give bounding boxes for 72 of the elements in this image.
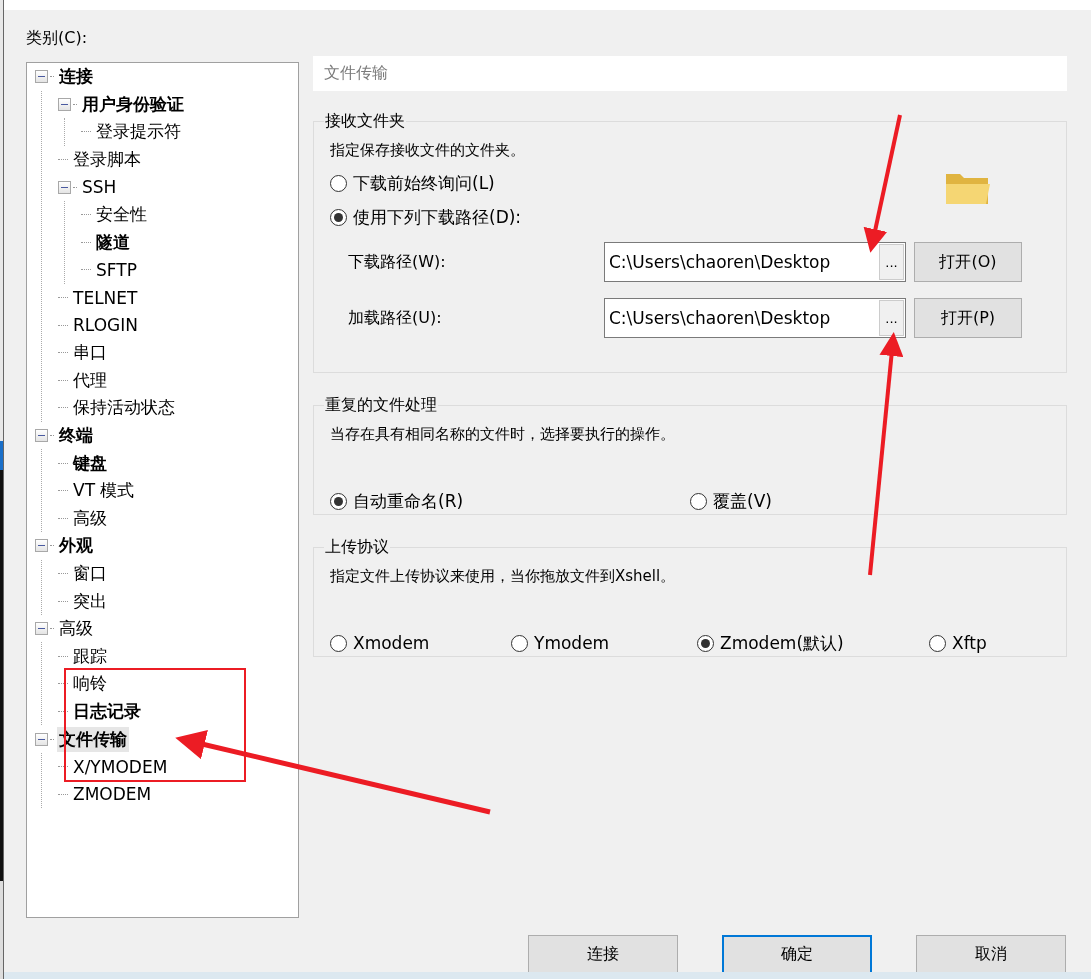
category-label: 类别(C): (26, 27, 89, 49)
browse-button[interactable]: ... (879, 244, 904, 280)
tree-item[interactable]: 代理 (71, 367, 109, 393)
tree-item[interactable]: 响铃 (71, 671, 109, 697)
browse-button[interactable]: ... (879, 300, 904, 336)
radio-label: Ymodem (534, 633, 610, 653)
tree-item[interactable]: 串口 (71, 340, 109, 366)
radio-option[interactable]: Xmodem (330, 633, 511, 653)
radio-option[interactable]: Zmodem(默认) (697, 631, 929, 655)
radio-option[interactable]: 自动重命名(R) (330, 489, 690, 513)
tree-item[interactable]: 外观 (57, 533, 95, 559)
tree-item[interactable]: 用户身份验证 (80, 91, 186, 117)
radio-label: Xmodem (353, 633, 430, 653)
tree-item[interactable]: 突出 (71, 588, 109, 614)
tree-item[interactable]: 键盘 (71, 450, 109, 476)
radio-button[interactable] (330, 634, 347, 652)
open-button[interactable]: 打开(O) (914, 242, 1022, 282)
tree-item[interactable]: 高级 (71, 505, 109, 531)
path-field[interactable]: C:\Users\chaoren\Desktop ... (604, 242, 906, 282)
group-title: 接收文件夹 (324, 111, 406, 132)
tree-item[interactable]: 登录脚本 (71, 147, 143, 173)
tree-item[interactable]: 日志记录 (71, 698, 143, 724)
group-description: 当存在具有相同名称的文件时，选择要执行的操作。 (330, 423, 676, 445)
group-title: 重复的文件处理 (324, 395, 438, 416)
dialog-button[interactable]: 连接 (528, 935, 678, 972)
open-button[interactable]: 打开(P) (914, 298, 1022, 338)
tree-item[interactable]: 安全性 (94, 202, 149, 228)
radio-button[interactable] (697, 634, 714, 652)
collapse-icon[interactable] (35, 622, 48, 636)
tree-item[interactable]: SFTP (94, 258, 139, 281)
tree-item[interactable]: VT 模式 (71, 478, 137, 504)
tree-item[interactable]: 连接 (57, 64, 95, 90)
tree-item[interactable]: RLOGIN (71, 314, 140, 337)
radio-button[interactable] (511, 634, 528, 652)
tree-item[interactable]: X/YMODEM (71, 755, 170, 778)
path-label: 下载路径(W): (348, 251, 447, 273)
tree-item[interactable]: 高级 (57, 616, 95, 642)
tree-item[interactable]: 登录提示符 (94, 119, 183, 145)
radio-label: 覆盖(V) (713, 489, 772, 513)
radio-label: 自动重命名(R) (353, 489, 464, 513)
tree-item[interactable]: 保持活动状态 (71, 395, 177, 421)
radio-label: Zmodem(默认) (720, 631, 844, 655)
radio-button[interactable] (929, 634, 946, 652)
group-description: 指定保存接收文件的文件夹。 (330, 139, 525, 161)
collapse-icon[interactable] (35, 70, 48, 84)
radio-option[interactable]: 覆盖(V) (690, 489, 1050, 513)
tree-item[interactable]: 跟踪 (71, 643, 109, 669)
radio-button[interactable] (330, 208, 347, 226)
collapse-icon[interactable] (58, 97, 71, 111)
collapse-icon[interactable] (35, 429, 48, 442)
radio-option[interactable]: Xftp (929, 633, 1029, 653)
collapse-icon[interactable] (35, 539, 48, 553)
radio-button[interactable] (330, 174, 347, 192)
group-title: 上传协议 (324, 537, 390, 558)
tree-item[interactable]: SSH (80, 176, 119, 199)
radio-label: Xftp (952, 633, 987, 653)
tree-item[interactable]: 隧道 (94, 229, 132, 255)
page-title: 文件传输 (313, 56, 1067, 91)
collapse-icon[interactable] (35, 732, 48, 746)
dialog-button[interactable]: 确定 (722, 935, 872, 972)
dialog-button[interactable]: 取消 (916, 935, 1066, 972)
radio-button[interactable] (330, 492, 347, 510)
path-field[interactable]: C:\Users\chaoren\Desktop ... (604, 298, 906, 338)
group-description: 指定文件上传协议来使用，当你拖放文件到Xshell。 (330, 565, 677, 587)
tree-item[interactable]: TELNET (71, 286, 140, 309)
tree-item[interactable]: 终端 (57, 423, 95, 448)
radio-option[interactable]: Ymodem (511, 633, 697, 653)
radio-button[interactable] (690, 492, 707, 510)
path-label: 加载路径(U): (348, 307, 443, 329)
tree-item[interactable]: 窗口 (71, 561, 109, 586)
tree-item[interactable]: ZMODEM (71, 783, 154, 806)
collapse-icon[interactable] (58, 180, 71, 194)
